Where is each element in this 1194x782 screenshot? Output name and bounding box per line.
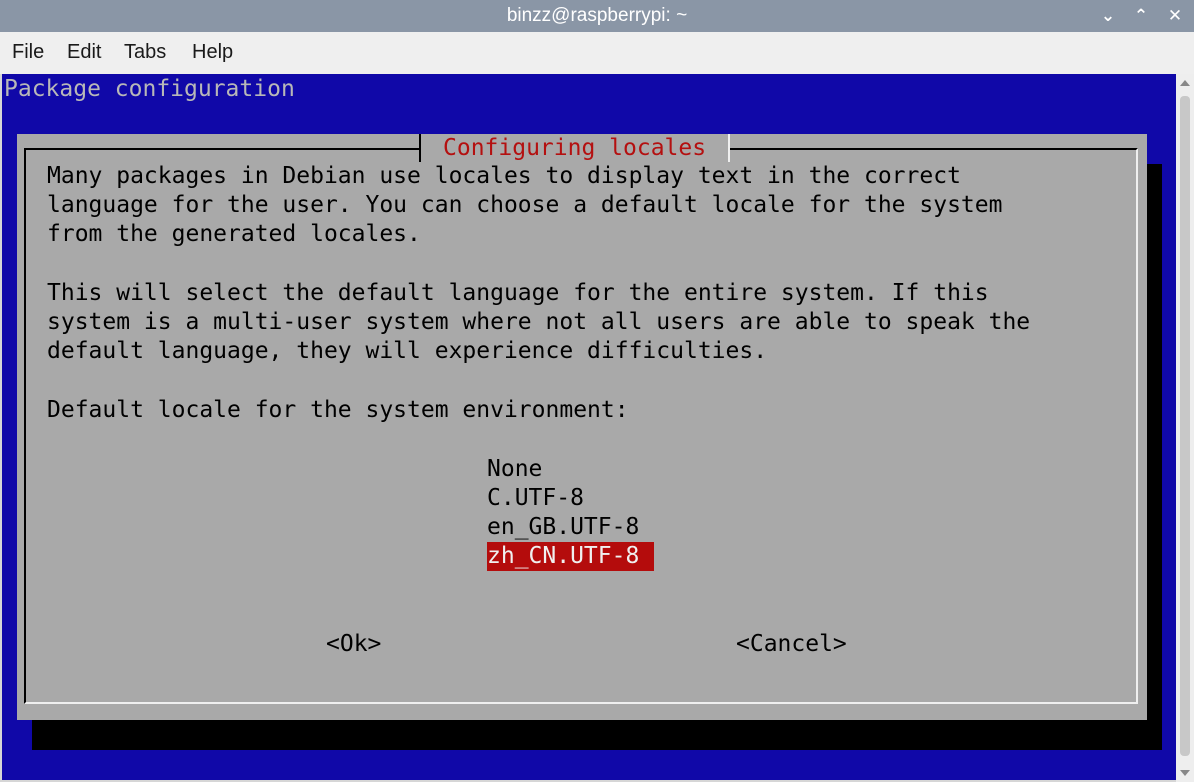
scroll-up-arrow-icon[interactable] (1180, 80, 1190, 86)
description-line: system is a multi-user system where not … (47, 309, 1031, 335)
locale-option-none[interactable]: None (487, 455, 542, 484)
locale-option-c-utf8[interactable]: C.UTF-8 (487, 484, 584, 513)
menu-tabs[interactable]: Tabs (124, 41, 166, 64)
window-title: binzz@raspberrypi: ~ (506, 5, 688, 26)
scroll-down-arrow-icon[interactable] (1180, 770, 1190, 776)
window-titlebar: binzz@raspberrypi: ~ ⌄ ⌃ ✕ (0, 0, 1194, 32)
close-icon[interactable]: ✕ (1163, 4, 1187, 28)
dialog-title: Configuring locales (443, 135, 707, 161)
scroll-thumb[interactable] (1180, 96, 1190, 756)
locale-option-en-gb-utf8[interactable]: en_GB.UTF-8 (487, 513, 639, 542)
menu-file[interactable]: File (12, 41, 44, 64)
chevron-down-icon[interactable]: ⌄ (1096, 4, 1120, 28)
locale-prompt: Default locale for the system environmen… (47, 397, 629, 423)
description-line: default language, they will experience d… (47, 338, 768, 364)
description-line: language for the user. You can choose a … (47, 192, 1003, 218)
vertical-scrollbar[interactable] (1176, 74, 1194, 782)
cancel-button[interactable]: <Cancel> (736, 630, 847, 659)
description-line: Many packages in Debian use locales to d… (47, 163, 961, 189)
menu-help[interactable]: Help (192, 41, 233, 64)
dialog-title-box: Configuring locales (419, 134, 731, 162)
description-line: from the generated locales. (47, 221, 421, 247)
menu-bar: File Edit Tabs Help (0, 32, 1194, 74)
locale-option-zh-cn-utf8-selected[interactable]: zh_CN.UTF-8 (487, 542, 655, 571)
terminal-area[interactable]: Package configuration Configuring locale… (2, 74, 1176, 780)
menu-edit[interactable]: Edit (67, 41, 101, 64)
chevron-up-icon[interactable]: ⌃ (1129, 4, 1153, 28)
locale-dialog: Configuring locales Many packages in Deb… (17, 134, 1147, 720)
package-configuration-header: Package configuration (4, 76, 295, 102)
description-line: This will select the default language fo… (47, 280, 989, 306)
ok-button[interactable]: <Ok> (326, 630, 381, 659)
